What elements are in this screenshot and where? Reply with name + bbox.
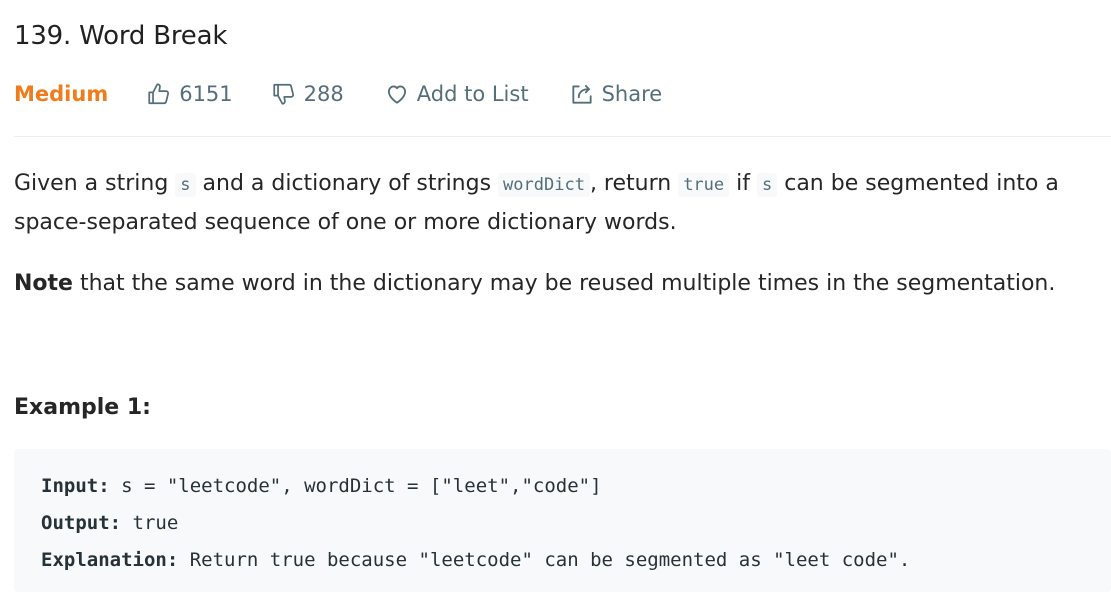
example-explanation-label: Explanation: [41, 549, 179, 571]
statement-text: if [729, 171, 757, 196]
problem-statement: Given a string s and a dictionary of str… [14, 165, 1111, 241]
heart-icon [384, 81, 410, 107]
add-to-list-label: Add to List [416, 82, 529, 106]
problem-title: 139. Word Break [14, 21, 228, 51]
like-button[interactable]: 6151 [146, 81, 233, 107]
example-1-code-block: Input: s = "leetcode", wordDict = ["leet… [14, 449, 1111, 592]
thumbs-down-icon [271, 81, 297, 107]
example-output-value: true [121, 512, 179, 534]
statement-text: Given a string [14, 171, 176, 196]
inline-code-worddict: wordDict [498, 173, 590, 197]
example-explanation-line: Explanation: Return true because "leetco… [41, 547, 910, 573]
thumbs-up-icon [146, 81, 172, 107]
inline-code-s: s [175, 173, 196, 197]
problem-meta-bar: Medium 6151 288 Add to List Share [14, 78, 662, 110]
dislike-count: 288 [303, 82, 344, 106]
example-explanation-value: Return true because "leetcode" can be se… [178, 549, 911, 571]
example-output-label: Output: [41, 512, 122, 534]
example-output-line: Output: true [41, 510, 178, 536]
header-divider [14, 136, 1111, 137]
dislike-button[interactable]: 288 [271, 81, 344, 107]
example-input-line: Input: s = "leetcode", wordDict = ["leet… [41, 473, 602, 499]
note-label: Note [14, 271, 73, 296]
statement-text: and a dictionary of strings [195, 171, 499, 196]
example-input-value: s = "leetcode", wordDict = ["leet","code… [109, 475, 602, 497]
problem-description-panel: 139. Word Break Medium 6151 288 Add to L… [14, 0, 1111, 592]
example-1-title: Example 1: [14, 395, 151, 420]
statement-text: , return [589, 171, 679, 196]
note-paragraph: Note that the same word in the dictionar… [14, 265, 1055, 302]
statement-paragraph: Given a string s and a dictionary of str… [14, 165, 1111, 241]
like-count: 6151 [179, 82, 233, 106]
example-input-label: Input: [41, 475, 110, 497]
share-label: Share [601, 82, 663, 106]
difficulty-badge: Medium [14, 82, 109, 106]
inline-code-true: true [678, 173, 730, 197]
share-button[interactable]: Share [569, 81, 663, 107]
note-text: that the same word in the dictionary may… [72, 271, 1056, 296]
inline-code-s: s [756, 173, 778, 197]
share-icon [569, 81, 595, 107]
add-to-list-button[interactable]: Add to List [384, 81, 529, 107]
